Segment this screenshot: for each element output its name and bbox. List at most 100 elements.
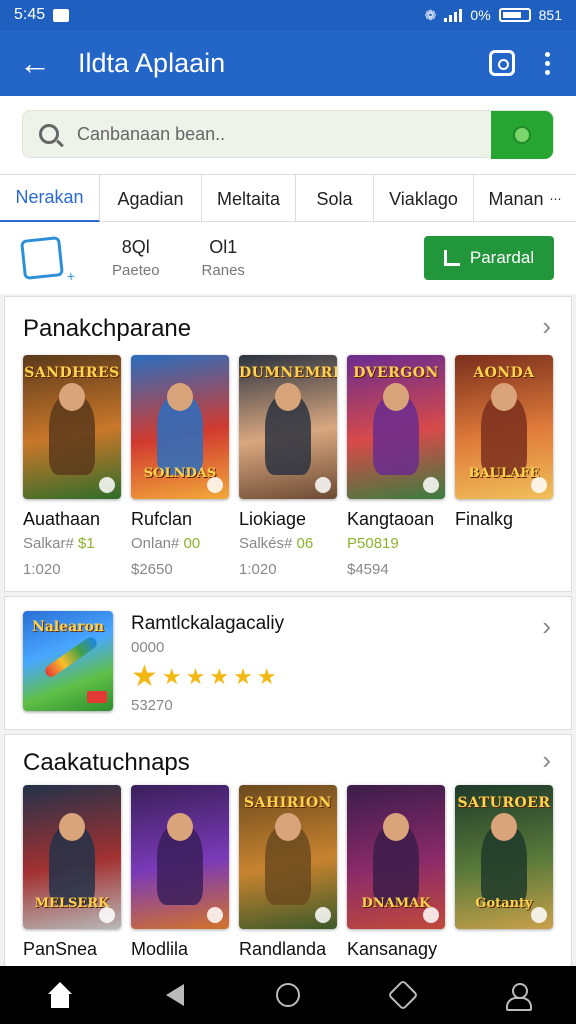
- search-square-icon[interactable]: [489, 50, 515, 76]
- app-name[interactable]: Randlanda: [239, 939, 326, 960]
- search-submit-button[interactable]: [491, 111, 553, 159]
- app-subtitle: Salkar# $1: [23, 535, 95, 552]
- app-tile[interactable]: DVERGON: [347, 355, 445, 499]
- section-1-title: Panakchparane: [23, 315, 192, 342]
- featured-app-name: Ramtlckalagacaliy: [131, 613, 285, 634]
- app-name[interactable]: Liokiage: [239, 509, 306, 530]
- brush-art: [42, 634, 100, 680]
- category-tabs: Nerakan Agadian Meltaita Sola Viaklago M…: [0, 174, 576, 223]
- tab-meltaita[interactable]: Meltaita: [202, 175, 296, 223]
- app-price: $1: [78, 535, 95, 552]
- chevron-right-icon[interactable]: ›: [542, 611, 551, 642]
- app-subtitle: Salkés# 06: [239, 535, 313, 552]
- tile-art-title: AONDA: [473, 365, 535, 381]
- app-tile[interactable]: SATUROER Gotanty: [455, 785, 553, 929]
- featured-app-thumbnail: Nalearon: [23, 611, 113, 711]
- tab-viaklago[interactable]: Viaklago: [374, 175, 474, 223]
- search-area: Canbanaan bean..: [0, 96, 576, 174]
- app-tile[interactable]: SOLNDAS: [131, 355, 229, 499]
- app-tile[interactable]: DNAMAK: [347, 785, 445, 929]
- play-badge-icon: [423, 907, 439, 923]
- rating-stars: ★ ★ ★ ★ ★ ★: [131, 659, 277, 694]
- play-badge-icon: [531, 477, 547, 493]
- character-head: [275, 813, 301, 841]
- app-name[interactable]: Rufclan: [131, 509, 192, 530]
- tile-art-title: SANDHRES: [24, 365, 120, 381]
- chevron-right-icon[interactable]: ›: [542, 311, 551, 342]
- battery-level: 851: [538, 7, 562, 23]
- character-head: [59, 383, 85, 411]
- tab-nerakan[interactable]: Nerakan: [0, 175, 100, 223]
- play-badge-icon: [315, 477, 331, 493]
- app-name[interactable]: PanSnea: [23, 939, 97, 960]
- app-name[interactable]: Auathaan: [23, 509, 100, 530]
- install-label: Parardal: [469, 248, 535, 267]
- play-badge-icon: [207, 477, 223, 493]
- app-name[interactable]: Finalkg: [455, 509, 513, 530]
- app-tile[interactable]: SAHIRION: [239, 785, 337, 929]
- more-options-icon[interactable]: [545, 51, 550, 75]
- circle-icon: [513, 126, 531, 144]
- star-icon: ★: [209, 663, 230, 689]
- search-placeholder: Canbanaan bean..: [77, 123, 226, 144]
- tab-manan-label: Manan: [488, 188, 544, 209]
- app-screen: 5:45 ❁ 0% 851 ← Ildta Aplaain Canbanaan …: [0, 0, 576, 1024]
- app-subtitle-text: Onlan#: [131, 535, 184, 552]
- bluetooth-icon: ❁: [424, 6, 437, 23]
- stat-2-value: Ol1: [209, 237, 238, 257]
- app-subtitle: P50819: [347, 535, 399, 552]
- star-icon: ★: [161, 663, 182, 689]
- featured-thumb-title: Nalearon: [31, 619, 105, 635]
- tile-art-title: SAHIRION: [244, 795, 332, 811]
- character-head: [491, 383, 517, 411]
- app-name[interactable]: Kangtaoan: [347, 509, 434, 530]
- app-price: 00: [183, 535, 201, 552]
- chevron-right-icon[interactable]: ›: [542, 745, 551, 776]
- battery-percent: 0%: [470, 7, 491, 23]
- search-input[interactable]: Canbanaan bean..: [22, 110, 554, 159]
- character-head: [167, 813, 193, 841]
- install-button[interactable]: Parardal: [424, 236, 554, 280]
- tab-agadian[interactable]: Agadian: [100, 175, 202, 223]
- play-badge-icon: [423, 477, 439, 493]
- profile-icon[interactable]: [506, 983, 532, 1011]
- app-meta: $2650: [131, 561, 173, 578]
- home-icon[interactable]: [46, 982, 74, 1008]
- character-head: [59, 813, 85, 841]
- tab-manan[interactable]: Manan ⋯: [474, 175, 576, 223]
- recents-icon[interactable]: [387, 979, 419, 1011]
- back-arrow-icon[interactable]: ←: [0, 30, 70, 96]
- download-icon: [443, 250, 460, 266]
- app-meta: 1:020: [23, 561, 61, 578]
- tab-sola[interactable]: Sola: [296, 175, 374, 223]
- star-icon: ★: [185, 663, 206, 689]
- app-name[interactable]: Modlila: [131, 939, 188, 960]
- tile-art-title: DUMNEMRIA: [239, 365, 337, 381]
- featured-app-card[interactable]: Nalearon Ramtlckalagacaliy 0000 ★ ★ ★ ★ …: [4, 596, 572, 730]
- play-badge-icon: [207, 907, 223, 923]
- home-circle-icon[interactable]: [276, 983, 300, 1007]
- app-price: P50819: [347, 535, 399, 552]
- stat-1-value: 8Ql: [121, 237, 150, 257]
- app-tile[interactable]: DUMNEMRIA: [239, 355, 337, 499]
- more-tabs-icon: ⋯: [549, 192, 562, 206]
- tile-art-title: DVERGON: [353, 365, 439, 381]
- app-tile[interactable]: AONDA BAULAFE: [455, 355, 553, 499]
- app-meta: $4594: [347, 561, 389, 578]
- character-head: [383, 383, 409, 411]
- app-tile[interactable]: [131, 785, 229, 929]
- character-head: [167, 383, 193, 411]
- play-badge-icon: [315, 907, 331, 923]
- character-head: [491, 813, 517, 841]
- app-subtitle: Onlan# 00: [131, 535, 200, 552]
- app-name[interactable]: Kansanagy: [347, 939, 437, 960]
- character-head: [383, 813, 409, 841]
- app-tile[interactable]: MELSERK: [23, 785, 121, 929]
- info-row: 8Ql Paeteo Ol1 Ranes Parardal: [0, 222, 576, 294]
- featured-app-meta: 53270: [131, 697, 173, 714]
- battery-icon: [498, 8, 531, 22]
- back-icon[interactable]: [166, 984, 184, 1006]
- bottom-navigation: [0, 966, 576, 1024]
- app-tile[interactable]: SANDHRES: [23, 355, 121, 499]
- app-subtitle-text: Salkar#: [23, 535, 79, 552]
